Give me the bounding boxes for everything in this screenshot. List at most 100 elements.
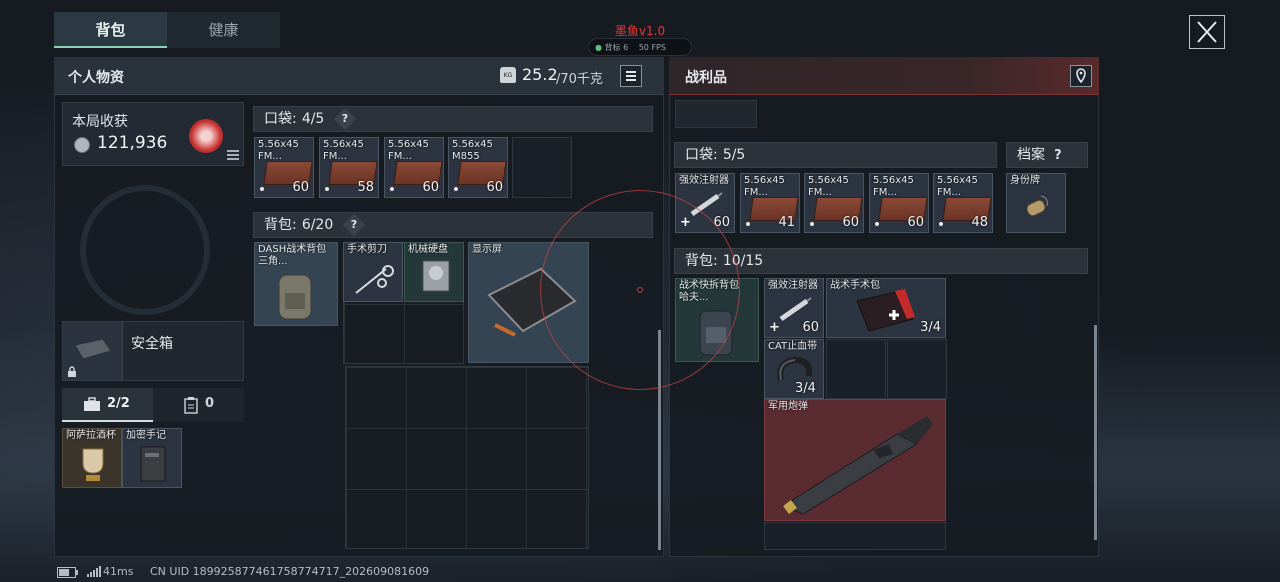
right-backpack-empty-row[interactable]: [764, 522, 946, 550]
briefcase-icon: [84, 397, 100, 411]
right-backpack-syringe[interactable]: 强效注射器 + 60: [764, 278, 824, 338]
item-name: 机械硬盘: [408, 244, 448, 255]
left-backpack-grid-bottom: [345, 366, 589, 549]
left-backpack-label: 背包:: [264, 217, 297, 233]
item-name: DASH战术背包 三角...: [258, 244, 327, 267]
right-pocket-slot-3[interactable]: 5.56x45 FM... 60: [804, 173, 864, 233]
right-pocket-slot-2[interactable]: 5.56x45 FM... 41: [740, 173, 800, 233]
left-pocket-slot-3[interactable]: 5.56x45 FM... 60: [384, 137, 444, 198]
safe-box-card[interactable]: 安全箱: [62, 321, 244, 381]
item-name: 阿萨拉酒杯: [66, 430, 116, 441]
item-count: 48: [971, 215, 988, 230]
notebook-icon: [140, 446, 166, 482]
overlay-title: 墨鱼v1.0: [614, 24, 666, 38]
dot-icon: [875, 222, 879, 226]
right-backpack-tourniquet[interactable]: CAT止血带 3/4: [764, 339, 824, 399]
overlay-status: ● 背标 6 50 FPS: [588, 38, 692, 56]
left-backpack-hdd[interactable]: 机械硬盘: [404, 242, 464, 302]
safe-item-goblet[interactable]: 阿萨拉酒杯: [62, 428, 122, 488]
details-icon[interactable]: [226, 149, 240, 161]
loot-title: 战利品: [685, 70, 727, 86]
left-pocket-slot-2[interactable]: 5.56x45 FM... 58: [319, 137, 379, 198]
left-pocket-label: 口袋:: [264, 111, 297, 127]
item-count: 60: [907, 215, 924, 230]
help-icon[interactable]: ?: [1054, 148, 1062, 163]
medkit-icon: [856, 289, 915, 332]
harvest-value: 121,936: [97, 133, 168, 153]
safe-box-slot[interactable]: [63, 322, 123, 380]
item-name: 强效注射器: [768, 280, 818, 291]
loot-container-slot[interactable]: [675, 100, 757, 128]
location-button[interactable]: [1070, 65, 1092, 87]
dot-icon: [810, 222, 814, 226]
dot-icon: [325, 187, 329, 191]
item-name: 5.56x45 FM...: [744, 175, 785, 198]
left-backpack-dash[interactable]: DASH战术背包 三角...: [254, 242, 338, 326]
tab-backpack[interactable]: 背包: [54, 12, 167, 48]
right-pocket-slot-4[interactable]: 5.56x45 FM... 60: [869, 173, 929, 233]
harvest-card[interactable]: 本局收获 121,936: [62, 102, 244, 166]
right-scrollbar[interactable]: [1094, 325, 1097, 540]
right-backpack-empty[interactable]: [887, 339, 947, 399]
archive-header: 档案 ?: [1006, 142, 1088, 168]
sub-tab-clipboard-label: 0: [205, 396, 215, 411]
uid-text: CN UID 189925877461758774717_20260908160…: [150, 565, 430, 578]
crosshair-icon: [637, 287, 643, 293]
loot-header: 战利品: [669, 57, 1099, 95]
close-icon: [1197, 21, 1217, 43]
item-count: 3/4: [795, 381, 816, 396]
archive-slot-dogtag[interactable]: 身份牌: [1006, 173, 1066, 233]
left-pocket-slot-4[interactable]: 5.56x45 M855 60: [448, 137, 508, 198]
item-count: 3/4: [920, 320, 941, 335]
left-backpack-scissors[interactable]: 手术剪刀: [343, 242, 403, 302]
signal-icon: [87, 566, 101, 577]
item-name: 手术剪刀: [347, 244, 387, 255]
left-pocket-slot-empty[interactable]: [512, 137, 572, 198]
list-icon: [626, 71, 636, 81]
help-icon[interactable]: ?: [334, 107, 357, 130]
item-name: 5.56x45 FM...: [808, 175, 849, 198]
goblet-icon: [82, 448, 104, 481]
right-pocket-header: 口袋: 5/5: [674, 142, 997, 168]
item-name: 5.56x45 FM...: [258, 139, 299, 162]
dot-icon: [746, 222, 750, 226]
right-backpack-shell[interactable]: 军用炮弹: [764, 399, 946, 521]
dot-icon: [454, 187, 458, 191]
scissors-icon: [355, 265, 394, 294]
safe-item-notebook[interactable]: 加密手记: [122, 428, 182, 488]
left-pocket-slot-1[interactable]: 5.56x45 FM... 60: [254, 137, 314, 198]
close-button[interactable]: [1189, 15, 1225, 49]
right-backpack-empty[interactable]: [826, 339, 886, 399]
hard-drive-icon: [422, 260, 450, 292]
rank-badge-icon: [189, 119, 223, 153]
item-name: 5.56x45 M855: [452, 139, 493, 162]
archive-label: 档案: [1017, 147, 1045, 163]
user-icon: ●: [595, 43, 602, 52]
item-name: 5.56x45 FM...: [388, 139, 429, 162]
tab-health[interactable]: 健康: [167, 12, 280, 48]
coin-icon: [74, 137, 90, 153]
right-pocket-count: 5/5: [722, 147, 746, 163]
left-pocket-count: 4/5: [301, 111, 325, 127]
right-backpack-surgical-kit[interactable]: 战术手术包 3/4: [826, 278, 946, 338]
safe-box-icon: [74, 338, 112, 360]
sub-tab-case-label: 2/2: [107, 396, 130, 411]
right-pocket-slot-5[interactable]: 5.56x45 FM... 48: [933, 173, 993, 233]
item-count: 60: [842, 215, 859, 230]
item-count: 60: [802, 320, 819, 335]
safe-box-label: 安全箱: [131, 336, 173, 352]
item-count: 60: [422, 180, 439, 195]
weight-max: /70千克: [556, 72, 603, 87]
item-name: 5.56x45 FM...: [873, 175, 914, 198]
backpack-icon: [278, 274, 312, 320]
sub-tab-case[interactable]: 2/2: [62, 388, 153, 422]
item-name: 5.56x45 FM...: [937, 175, 978, 198]
sub-tab-clipboard[interactable]: 0: [153, 388, 244, 422]
left-pocket-header: 口袋: 4/5 ?: [253, 106, 653, 132]
lock-icon: [68, 366, 76, 377]
sort-button[interactable]: [620, 65, 642, 87]
overlay-user: 背标 6: [604, 43, 629, 52]
right-pocket-label: 口袋:: [685, 147, 718, 163]
help-icon[interactable]: ?: [343, 213, 366, 236]
item-count: 60: [292, 180, 309, 195]
